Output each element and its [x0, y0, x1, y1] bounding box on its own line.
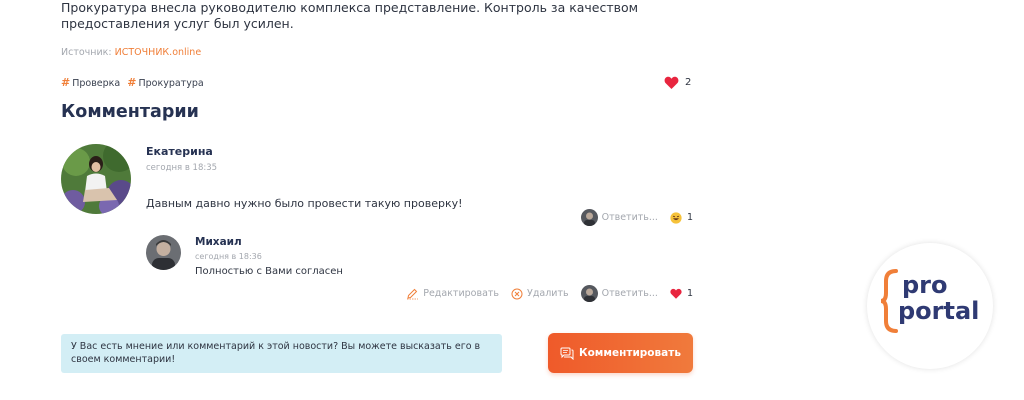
- reply-label: Ответить...: [601, 288, 658, 299]
- tag-label: Проверка: [72, 78, 121, 89]
- comment-button[interactable]: Комментировать: [548, 333, 693, 373]
- comment-actions: Ответить... 1: [580, 209, 693, 226]
- hash-icon: #: [127, 76, 137, 89]
- article-text: Прокуратура внесла руководителю комплекс…: [61, 0, 639, 31]
- tag-label: Прокуратура: [138, 78, 204, 89]
- laugh-emoji-icon: [670, 211, 682, 224]
- reply-button[interactable]: Ответить...: [580, 209, 658, 226]
- delete-label: Удалить: [527, 288, 569, 299]
- hash-icon: #: [61, 76, 71, 89]
- reply-button[interactable]: Ответить...: [580, 285, 658, 302]
- delete-button[interactable]: Удалить: [511, 288, 569, 300]
- proportal-logo[interactable]: pro portal: [867, 243, 993, 369]
- close-circle-icon: [511, 288, 523, 299]
- like-count: 2: [685, 77, 692, 88]
- brace-icon: [880, 269, 898, 333]
- edit-button[interactable]: Редактировать: [406, 287, 499, 300]
- comment-notice: У Вас есть мнение или комментарий к этой…: [61, 334, 502, 373]
- heart-icon: [664, 76, 679, 89]
- reaction-count: 1: [686, 288, 693, 299]
- reaction-count: 1: [686, 212, 693, 223]
- comments-title: Комментарии: [61, 102, 199, 122]
- reaction-badge[interactable]: 1: [670, 211, 693, 224]
- tag-proverka[interactable]: # Проверка: [61, 76, 120, 89]
- comment-text: Полностью с Вами согласен: [195, 266, 343, 277]
- avatar[interactable]: [146, 235, 181, 270]
- comment-author[interactable]: Михаил: [195, 236, 242, 248]
- tags: # Проверка # Прокуратура: [61, 76, 204, 89]
- comment-time: сегодня в 18:36: [195, 252, 262, 261]
- source-label: Источник:: [61, 47, 115, 58]
- avatar[interactable]: [61, 144, 131, 214]
- user-avatar-icon: [580, 209, 598, 226]
- comment-actions: Редактировать Удалить Ответить... 1: [406, 285, 693, 302]
- comment-author[interactable]: Екатерина: [146, 145, 213, 158]
- user-avatar-icon: [580, 285, 598, 302]
- reply-label: Ответить...: [601, 212, 658, 223]
- source-line: Источник: ИСТОЧНИК.online: [61, 47, 201, 58]
- logo-line2: portal: [898, 297, 980, 325]
- heart-icon: [670, 288, 682, 299]
- source-link[interactable]: ИСТОЧНИК.online: [115, 47, 202, 58]
- edit-label: Редактировать: [423, 288, 500, 299]
- comment-text: Давным давно нужно было провести такую п…: [146, 197, 463, 210]
- edit-icon: [407, 288, 419, 300]
- like-button[interactable]: 2: [664, 76, 691, 89]
- comment-time: сегодня в 18:35: [146, 163, 218, 173]
- comment-button-label: Комментировать: [579, 347, 681, 359]
- logo-line1: pro: [902, 271, 948, 299]
- tag-prokuratura[interactable]: # Прокуратура: [127, 76, 203, 89]
- reaction-badge[interactable]: 1: [670, 288, 693, 299]
- chat-icon: [560, 347, 574, 360]
